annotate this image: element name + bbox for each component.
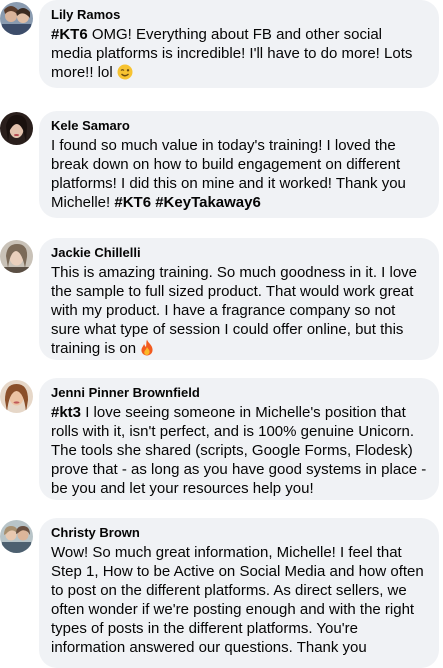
fire-icon: [140, 339, 154, 361]
avatar[interactable]: [0, 380, 33, 413]
comment-bubble: Jenni Pinner Brownfield #kt3 I love seei…: [39, 378, 439, 500]
comment-author[interactable]: Lily Ramos: [51, 7, 427, 23]
comment-body: I love seeing someone in Michelle's posi…: [51, 404, 427, 497]
avatar[interactable]: [0, 112, 33, 145]
comment-author[interactable]: Jackie Chillelli: [51, 245, 427, 261]
comment-bubble: Christy Brown Wow! So much great informa…: [39, 518, 439, 668]
hashtag[interactable]: #kt3: [51, 404, 81, 421]
comment-text: #KT6 OMG! Everything about FB and other …: [51, 25, 427, 85]
comment-bubble: Lily Ramos #KT6 OMG! Everything about FB…: [39, 0, 439, 88]
comment-text: This is amazing training. So much goodne…: [51, 263, 427, 361]
comment-author[interactable]: Kele Samaro: [51, 118, 427, 134]
hashtag[interactable]: #KT6 #KeyTakaway6: [114, 194, 260, 211]
hashtag[interactable]: #KT6: [51, 26, 88, 43]
winking-face-icon: [117, 64, 133, 85]
comment-text: Wow! So much great information, Michelle…: [51, 544, 424, 656]
comment-body: This is amazing training. So much goodne…: [51, 264, 418, 357]
comment-text: I found so much value in today's trainin…: [51, 136, 427, 212]
avatar[interactable]: [0, 520, 33, 553]
comment-author[interactable]: Jenni Pinner Brownfield: [51, 385, 427, 401]
comment-bubble: Kele Samaro I found so much value in tod…: [39, 111, 439, 218]
avatar[interactable]: [0, 2, 33, 35]
comment-author[interactable]: Christy Brown: [51, 525, 427, 541]
avatar[interactable]: [0, 240, 33, 273]
comment-text: #kt3 I love seeing someone in Michelle's…: [51, 403, 427, 498]
comment-body: OMG! Everything about FB and other socia…: [51, 26, 413, 81]
comment-bubble: Jackie Chillelli This is amazing trainin…: [39, 238, 439, 360]
